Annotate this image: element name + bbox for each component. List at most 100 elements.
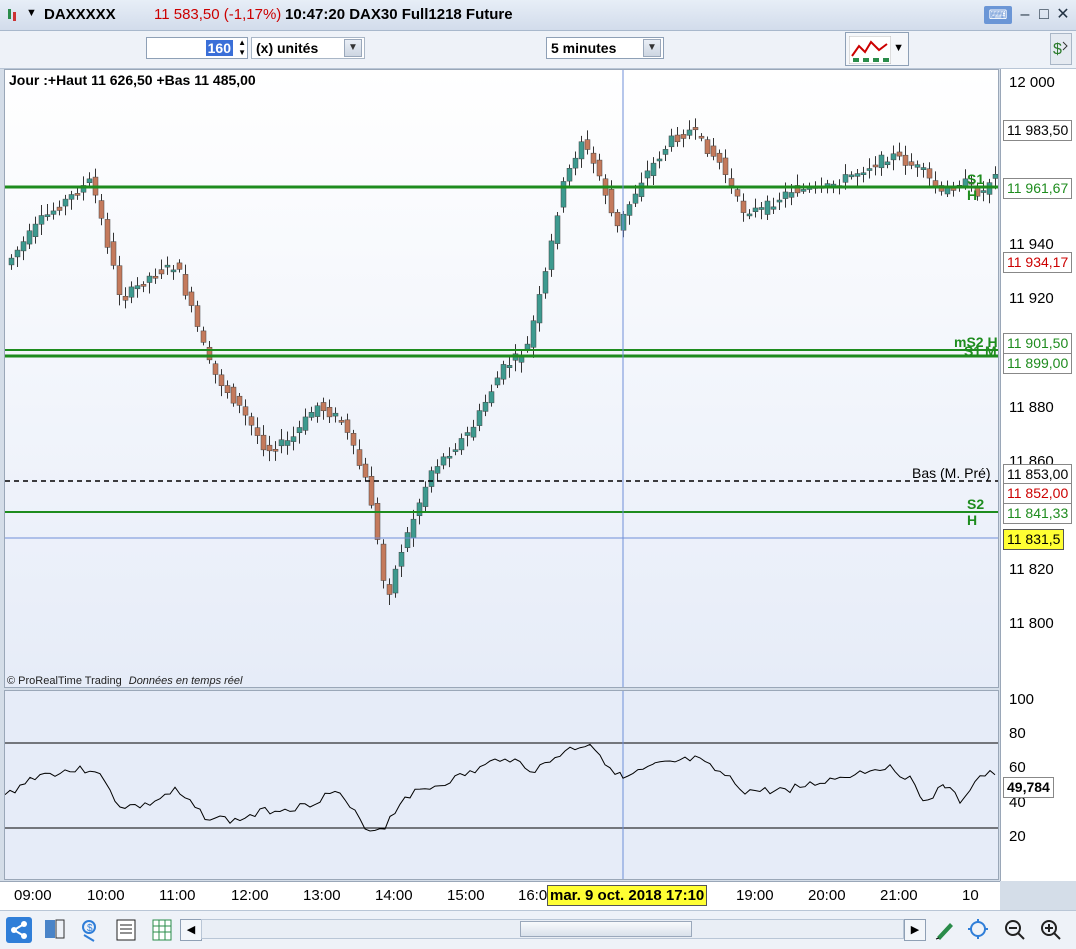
candle-body — [110, 241, 117, 266]
candle-body — [686, 129, 693, 136]
ms2h-value-tag: 11 901,50 — [1003, 333, 1073, 354]
candle-body — [278, 439, 285, 447]
candle-body — [224, 385, 231, 393]
candle-body — [566, 168, 573, 182]
candle-body — [86, 178, 93, 184]
time-tick: 14:00 — [375, 887, 413, 904]
candle-body — [782, 191, 789, 199]
candle-body — [296, 427, 303, 433]
minimize-button[interactable]: – — [1016, 6, 1034, 24]
share-icon[interactable] — [6, 917, 32, 943]
layout-icon[interactable] — [42, 917, 68, 943]
units-input[interactable]: 160 ▲ ▼ — [146, 37, 248, 59]
candle-body — [14, 249, 21, 258]
units-value[interactable]: 160 — [205, 40, 233, 56]
watermark: © ProRealTime Trading Données en temps r… — [7, 675, 242, 687]
time-axis[interactable]: 09:00 10:00 11:00 12:00 13:00 14:00 15:0… — [0, 881, 1000, 910]
candle-body — [716, 152, 723, 163]
units-dropdown-arrow-icon[interactable]: ▼ — [344, 39, 362, 57]
auto-zoom-icon[interactable] — [966, 917, 992, 943]
zoom-out-icon[interactable] — [1002, 917, 1028, 943]
candle-body — [254, 427, 261, 436]
candle-body — [638, 182, 645, 197]
time-tick: 16:0 — [518, 887, 548, 904]
candle-body — [392, 568, 399, 594]
candle-body — [608, 189, 615, 214]
candle-body — [692, 127, 699, 131]
candle-body — [500, 364, 507, 380]
candle-body — [308, 412, 315, 418]
candle-body — [596, 159, 603, 177]
indicators-chart-icon — [848, 35, 892, 67]
symbol-link-icon[interactable]: $ — [78, 917, 104, 943]
maximize-button[interactable]: □ — [1035, 6, 1053, 24]
units-dropdown[interactable]: (x) unités ▼ — [251, 37, 365, 59]
units-spinner-icon[interactable]: ▲ ▼ — [238, 38, 246, 58]
watermark-note: Données en temps réel — [128, 675, 243, 687]
candle-body — [50, 210, 57, 215]
zoom-in-icon[interactable] — [1038, 917, 1064, 943]
candle-body — [548, 240, 555, 270]
drawing-tools-icon[interactable] — [932, 917, 958, 943]
candle-body — [674, 134, 681, 143]
units-label: (x) unités — [256, 40, 319, 56]
oscillator-chart[interactable] — [5, 691, 998, 879]
s1m-value-tag: 11 899,00 — [1003, 353, 1073, 374]
crosshair-date-label: mar. 9 oct. 2018 17:10 — [547, 885, 708, 906]
indicators-button[interactable]: ▼ — [845, 32, 909, 66]
red-level-tag-2: 11 852,00 — [1003, 483, 1073, 504]
candle-body — [44, 214, 51, 217]
candle-body — [404, 532, 411, 549]
title-bar: ▼ DAXXXXX 11 583,50 (-1,17%) 10:47:20 DA… — [0, 0, 1076, 31]
candle-body — [458, 438, 465, 451]
spreadsheet-icon[interactable] — [150, 917, 176, 943]
time-tick: 19:00 — [736, 887, 774, 904]
candle-body — [398, 551, 405, 567]
scroll-right-button[interactable]: ▶ — [904, 919, 926, 941]
candle-body — [242, 406, 249, 416]
timeframe-dropdown-arrow-icon[interactable]: ▼ — [643, 39, 661, 57]
candle-body — [890, 153, 897, 161]
candle-body — [842, 174, 849, 183]
candle-body — [860, 172, 867, 175]
candle-body — [878, 154, 885, 169]
symbol-dropdown-icon[interactable]: ▼ — [26, 7, 37, 19]
candle-body — [164, 264, 171, 268]
candle-body — [302, 416, 309, 431]
price-tick: 11 820 — [1009, 561, 1054, 578]
symbol-name[interactable]: DAXXXXX — [44, 6, 116, 23]
bas-level-label: Bas (M. Pré) — [912, 465, 991, 481]
candle-body — [128, 286, 135, 298]
candle-body — [422, 486, 429, 507]
scroll-left-button[interactable]: ◀ — [180, 919, 202, 941]
oscillator-panel[interactable] — [4, 690, 999, 880]
candle-body — [584, 139, 591, 150]
candle-body — [470, 426, 477, 438]
horizontal-scrollbar[interactable] — [201, 919, 904, 939]
candlestick-chart[interactable] — [5, 70, 998, 687]
scrollbar-thumb[interactable] — [520, 921, 692, 937]
candle-body — [530, 320, 537, 348]
candle-body — [632, 193, 639, 204]
candle-body — [590, 152, 597, 164]
candle-body — [524, 343, 531, 350]
data-table-icon[interactable] — [114, 917, 140, 943]
candle-body — [434, 466, 441, 474]
price-chart-panel[interactable]: Jour :+Haut 11 626,50 +Bas 11 485,00 © P… — [4, 69, 999, 688]
candle-body — [428, 470, 435, 487]
indicators-dropdown-icon[interactable]: ▼ — [893, 42, 904, 54]
close-button[interactable]: ✕ — [1054, 6, 1072, 24]
svg-text:$: $ — [87, 923, 93, 934]
price-tick: 11 800 — [1009, 615, 1054, 632]
candle-body — [662, 149, 669, 155]
candle-body — [710, 145, 717, 157]
timeframe-dropdown[interactable]: 5 minutes ▼ — [546, 37, 664, 59]
osc-tick: 100 — [1009, 691, 1035, 708]
candle-body — [236, 395, 243, 406]
candle-body — [764, 200, 771, 215]
keyboard-icon[interactable]: ⌨ — [984, 6, 1012, 24]
candle-body — [752, 207, 759, 212]
candle-body — [542, 271, 549, 294]
candle-body — [482, 401, 489, 412]
side-panel-toggle-icon[interactable]: $ — [1050, 33, 1072, 65]
